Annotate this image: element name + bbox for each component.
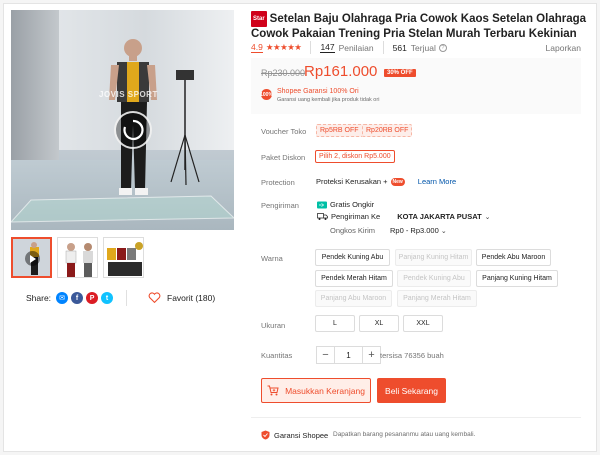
color-option-3[interactable]: Pendek Abu Maroon xyxy=(476,249,551,266)
size-label: Ukuran xyxy=(261,321,286,330)
footer-guarantee-desc: Dapatkan barang pesananmu atau uang kemb… xyxy=(333,431,476,438)
thumbnail-strip xyxy=(11,237,144,278)
size-option-xxl[interactable]: XXL xyxy=(403,315,443,332)
footer-guarantee-label: Garansi Shopee xyxy=(274,430,329,440)
shipping-to-label: Pengiriman Ke xyxy=(331,212,381,221)
chevron-down-icon: ⌄ xyxy=(484,213,491,221)
thumbnail-image-2-picture xyxy=(104,238,143,277)
shipping-destination-row[interactable]: Pengiriman Ke KOTA JAKARTA PUSAT ⌄ xyxy=(317,212,491,221)
voucher-chip-2[interactable]: Rp20RB OFF xyxy=(362,124,413,137)
share-label: Share: xyxy=(26,293,52,303)
stock-remaining: tersisa 76356 buah xyxy=(380,351,444,360)
bundle-label: Paket Diskon xyxy=(261,153,306,162)
product-title-text: Setelan Baju Olahraga Pria Cowok Kaos Se… xyxy=(251,13,587,40)
thumbnail-image-1-picture xyxy=(58,238,97,277)
quantity-decrease-button[interactable]: − xyxy=(316,346,335,364)
play-icon xyxy=(25,251,40,266)
voucher-chip-1[interactable]: Rp5RB OFF xyxy=(316,124,363,137)
color-option-1[interactable]: Pendek Kuning Abu xyxy=(315,249,390,266)
review-label: Penilaian xyxy=(338,42,374,53)
favorite-label: Favorit (180) xyxy=(167,292,216,303)
cart-icon xyxy=(267,385,279,396)
color-option-2: Panjang Kuning Hitam xyxy=(395,249,472,266)
original-price: Rp230.000 xyxy=(261,68,306,78)
shipping-cost-row[interactable]: Rp0 - Rp3.000 ⌄ xyxy=(390,226,447,235)
messenger-icon[interactable]: ✉ xyxy=(56,292,69,304)
quantity-label: Kuantitas xyxy=(261,351,293,360)
sold-label: Terjual xyxy=(410,42,436,53)
free-shipping-label: Gratis Ongkir xyxy=(330,200,375,209)
size-option-l[interactable]: L xyxy=(315,315,355,332)
color-option-5: Pendek Kuning Abu xyxy=(397,270,471,287)
shipping-destination: KOTA JAKARTA PUSAT xyxy=(397,212,482,221)
twitter-icon[interactable]: t xyxy=(101,292,114,304)
current-price: Rp161.000 xyxy=(304,63,378,80)
color-option-6[interactable]: Panjang Kuning Hitam xyxy=(476,270,558,287)
add-to-cart-label: Masukkan Keranjang xyxy=(285,385,365,396)
free-shipping-icon xyxy=(317,201,327,208)
share-divider xyxy=(126,290,127,306)
share-row: Share: ✉ f P t xyxy=(26,292,114,304)
discount-badge: 30% OFF xyxy=(384,69,416,77)
free-shipping-row: Gratis Ongkir xyxy=(317,200,374,209)
rating-row: 4.9 ★★★★★ 147 Penilaian 561 Terjual ? La… xyxy=(251,41,581,54)
rating-stars-icon: ★★★★★ xyxy=(265,42,302,52)
footer-divider xyxy=(251,417,581,418)
color-option-8: Panjang Merah Hitam xyxy=(397,290,477,307)
guarantee-title: Shopee Garansi 100% Ori xyxy=(277,88,359,95)
color-label: Warna xyxy=(261,254,283,263)
thumbnail-image-1[interactable] xyxy=(57,237,98,278)
thumbnail-video[interactable] xyxy=(11,237,52,278)
protection-row: Proteksi Kerusakan + New Learn More xyxy=(316,177,456,186)
color-option-7: Panjang Abu Maroon xyxy=(315,290,392,307)
video-loading-icon[interactable] xyxy=(114,111,152,149)
sold-count: 561 xyxy=(392,42,407,53)
shipping-label: Pengiriman xyxy=(261,201,299,210)
review-count[interactable]: 147 xyxy=(320,42,335,53)
report-link[interactable]: Laporkan xyxy=(546,43,581,53)
color-option-4[interactable]: Pendek Merah Hitam xyxy=(315,270,393,287)
shopee-guarantee-icon: 100% xyxy=(260,89,273,100)
add-to-cart-button[interactable]: Masukkan Keranjang xyxy=(261,378,371,403)
shipping-cost-value: Rp0 - Rp3.000 xyxy=(390,226,439,235)
heart-icon xyxy=(148,292,161,303)
thumbnail-image-2[interactable] xyxy=(103,237,144,278)
shield-icon xyxy=(261,430,270,440)
facebook-icon[interactable]: f xyxy=(71,292,84,304)
quantity-stepper: − 1 + xyxy=(316,346,381,364)
rating-value[interactable]: 4.9 xyxy=(251,42,263,53)
product-title: Star Setelan Baju Olahraga Pria Cowok Kao… xyxy=(251,11,591,41)
guarantee-info[interactable]: 100% Shopee Garansi 100% Ori Garansi uan… xyxy=(260,88,380,103)
rating-divider xyxy=(310,41,312,54)
star-badge: Star xyxy=(251,11,267,27)
favorite-button[interactable]: Favorit (180) xyxy=(148,292,215,303)
bundle-deal-chip[interactable]: Pilih 2, diskon Rp5.000 xyxy=(315,150,395,163)
price-section: Rp230.000 Rp161.000 30% OFF 100% Shopee … xyxy=(251,58,581,114)
info-icon[interactable]: ? xyxy=(438,43,447,52)
size-option-xl[interactable]: XL xyxy=(359,315,399,332)
shipping-cost-chevron-icon: ⌄ xyxy=(440,228,447,235)
buy-now-button[interactable]: Beli Sekarang xyxy=(377,378,446,403)
sold-divider xyxy=(382,41,384,54)
quantity-increase-button[interactable]: + xyxy=(362,346,381,364)
shipping-cost-label: Ongkos Kirim xyxy=(330,226,376,235)
protection-label: Protection xyxy=(261,178,295,187)
shopee-guarantee-footer[interactable]: Garansi Shopee xyxy=(261,430,328,440)
product-video[interactable]: JOVIS SPORT xyxy=(11,10,234,230)
protection-value: Proteksi Kerusakan + xyxy=(316,177,388,186)
pinterest-icon[interactable]: P xyxy=(86,292,99,304)
voucher-label: Voucher Toko xyxy=(261,127,307,136)
quantity-input[interactable]: 1 xyxy=(335,346,362,364)
truck-icon xyxy=(317,213,328,220)
learn-more-link[interactable]: Learn More xyxy=(418,177,456,186)
new-badge: New xyxy=(390,177,405,186)
video-watermark: JOVIS SPORT xyxy=(99,90,158,99)
guarantee-subtitle: Garansi uang kembali jika produk tidak o… xyxy=(277,97,380,103)
